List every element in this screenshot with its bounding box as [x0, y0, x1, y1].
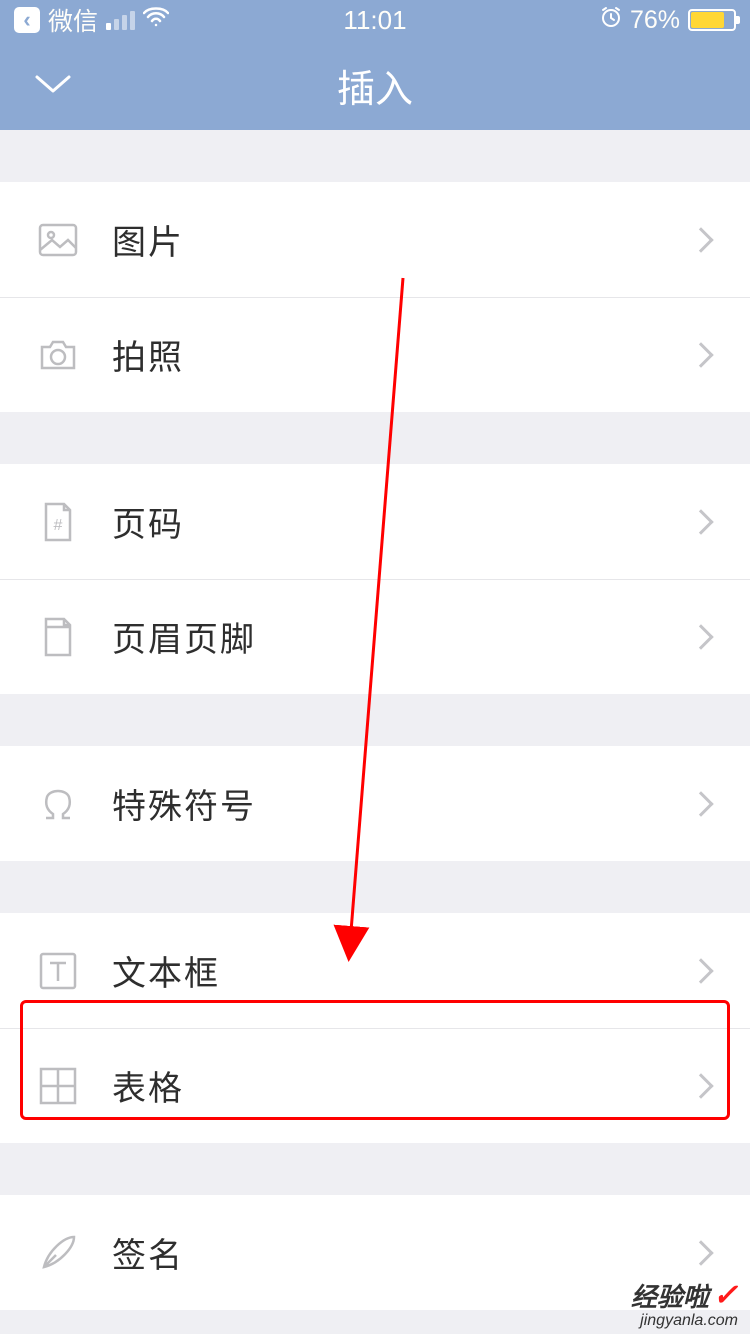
row-label: 文本框: [80, 946, 692, 995]
feather-icon: [36, 1231, 80, 1275]
textbox-icon: [36, 949, 80, 993]
row-table[interactable]: 表格: [0, 1028, 750, 1143]
close-button[interactable]: [28, 60, 78, 110]
chevron-right-icon: [688, 1073, 713, 1098]
content: 图片 拍照 # 页码 页眉页脚: [0, 130, 750, 1310]
watermark-url: jingyanla.com: [631, 1312, 738, 1330]
page-number-icon: #: [36, 500, 80, 544]
status-time: 11:01: [343, 5, 406, 36]
checkmark-icon: ✓: [713, 1278, 738, 1313]
chevron-right-icon: [688, 1240, 713, 1265]
row-image[interactable]: 图片: [0, 182, 750, 297]
status-left: ‹ 微信: [14, 2, 169, 38]
status-bar: ‹ 微信 11:01 76%: [0, 0, 750, 40]
group-insert: 文本框 表格: [0, 913, 750, 1143]
chevron-right-icon: [688, 509, 713, 534]
header: 插入: [0, 40, 750, 130]
svg-text:#: #: [54, 517, 63, 534]
battery-icon: [688, 9, 736, 31]
row-photo[interactable]: 拍照: [0, 297, 750, 412]
status-right: 76%: [600, 6, 736, 35]
group-special: 特殊符号: [0, 746, 750, 861]
back-app-label: 微信: [48, 2, 98, 38]
group-media: 图片 拍照: [0, 182, 750, 412]
omega-icon: [36, 782, 80, 826]
chevron-right-icon: [688, 958, 713, 983]
page-title: 插入: [78, 58, 672, 113]
chevron-right-icon: [688, 227, 713, 252]
header-footer-icon: [36, 615, 80, 659]
battery-percent: 76%: [630, 6, 680, 35]
row-label: 特殊符号: [80, 779, 692, 828]
back-to-app-icon[interactable]: ‹: [14, 7, 40, 33]
table-icon: [36, 1064, 80, 1108]
chevron-right-icon: [688, 342, 713, 367]
alarm-icon: [600, 6, 622, 34]
row-label: 页眉页脚: [80, 612, 692, 661]
chevron-right-icon: [688, 624, 713, 649]
row-label: 拍照: [80, 330, 692, 379]
image-icon: [36, 218, 80, 262]
camera-icon: [36, 333, 80, 377]
watermark: 经验啦 ✓ jingyanla.com: [631, 1277, 738, 1330]
row-textbox[interactable]: 文本框: [0, 913, 750, 1028]
row-label: 表格: [80, 1061, 692, 1110]
row-label: 页码: [80, 497, 692, 546]
wifi-icon: [143, 6, 169, 34]
row-special-char[interactable]: 特殊符号: [0, 746, 750, 861]
watermark-name: 经验啦: [631, 1277, 709, 1314]
row-label: 签名: [80, 1228, 692, 1277]
row-header-footer[interactable]: 页眉页脚: [0, 579, 750, 694]
chevron-right-icon: [688, 791, 713, 816]
group-page: # 页码 页眉页脚: [0, 464, 750, 694]
row-page-number[interactable]: # 页码: [0, 464, 750, 579]
row-label: 图片: [80, 215, 692, 264]
signal-icon: [106, 11, 135, 30]
